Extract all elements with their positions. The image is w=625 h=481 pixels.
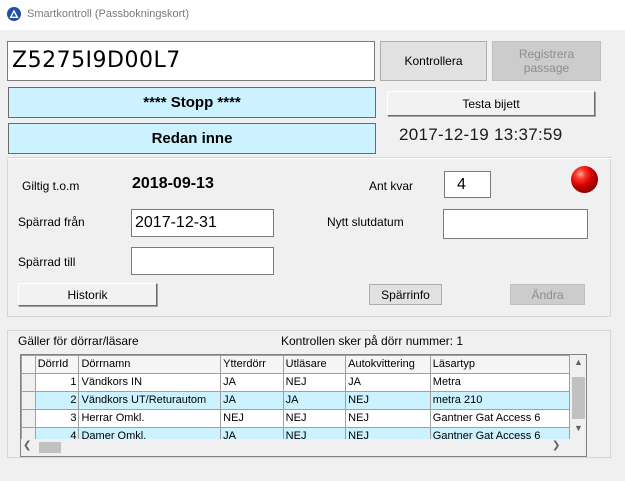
nytt-slutdatum-label: Nytt slutdatum xyxy=(327,215,404,229)
table-row[interactable]: 2 Vändkors UT/Returautom JA JA NEJ metra… xyxy=(21,391,570,410)
table-row[interactable]: 3 Herrar Omkl. NEJ NEJ NEJ Gantner Gat A… xyxy=(21,409,570,428)
horizontal-scroll-thumb[interactable] xyxy=(39,442,61,453)
column-header[interactable]: Autokvittering xyxy=(345,355,431,374)
table-cell: JA xyxy=(220,427,284,439)
table-cell: JA xyxy=(220,373,284,392)
sparrad-till-label: Spärrad till xyxy=(18,255,76,269)
scroll-right-icon[interactable]: ❯ xyxy=(552,440,566,455)
window-title: Smartkontroll (Passbokningskort) xyxy=(27,8,190,20)
control-door-label: Kontrollen sker på dörr nummer: 1 xyxy=(281,334,464,348)
table-cell: NEJ xyxy=(345,427,431,439)
giltig-value: 2018-09-13 xyxy=(132,175,214,192)
ticket-number-input[interactable]: Z5275I9D00L7 xyxy=(7,41,375,81)
column-header[interactable]: Utläsare xyxy=(282,355,347,374)
row-selector[interactable] xyxy=(21,373,36,392)
table-cell: JA xyxy=(220,391,284,410)
vertical-scrollbar[interactable]: ▲ ▼ xyxy=(570,355,586,439)
status-redan-inne: Redan inne xyxy=(8,123,376,154)
triangle-logo-icon xyxy=(7,7,21,21)
scroll-left-icon[interactable]: ❮ xyxy=(23,440,37,455)
sparrad-fran-field[interactable]: 2017-12-31 xyxy=(131,209,274,237)
table-cell: 4 xyxy=(34,427,80,439)
table-cell: NEJ xyxy=(345,391,431,410)
scroll-up-icon[interactable]: ▲ xyxy=(570,357,586,371)
table-cell: 3 xyxy=(34,409,80,428)
table-cell: Vändkors IN xyxy=(78,373,222,392)
ant-kvar-field[interactable]: 4 xyxy=(444,171,491,198)
table-cell: Gantner Gat Access 6 xyxy=(429,409,570,428)
status-stopp: **** Stopp **** xyxy=(8,87,376,118)
doors-group-label: Gäller för dörrar/läsare xyxy=(18,334,139,348)
table-cell: Vändkors UT/Returautom xyxy=(78,391,222,410)
registrera-passage-label: Registrera passage xyxy=(518,47,575,75)
table-cell: NEJ xyxy=(282,373,347,392)
table-cell: 1 xyxy=(34,373,80,392)
table-cell: NEJ xyxy=(282,409,347,428)
row-selector[interactable] xyxy=(21,409,36,428)
status-indicator-icon xyxy=(571,166,598,193)
doors-table: DörrId Dörrnamn Ytterdörr Utläsare Autok… xyxy=(21,355,570,439)
registrera-passage-button[interactable]: Registrera passage xyxy=(492,41,601,81)
table-cell: Gantner Gat Access 6 xyxy=(429,427,570,439)
table-cell: Herrar Omkl. xyxy=(78,409,222,428)
table-header-row: DörrId Dörrnamn Ytterdörr Utläsare Autok… xyxy=(21,355,570,374)
sparrad-till-field[interactable] xyxy=(131,247,274,275)
table-cell: Damer Omkl. xyxy=(78,427,222,439)
current-datetime: 2017-12-19 13:37:59 xyxy=(399,125,563,144)
table-cell: NEJ xyxy=(345,409,431,428)
table-cell: 2 xyxy=(34,391,80,410)
row-selector[interactable] xyxy=(21,391,36,410)
horizontal-scrollbar[interactable]: ❮ ❯ xyxy=(21,439,570,456)
andra-button[interactable]: Ändra xyxy=(510,284,585,305)
table-cell: JA xyxy=(282,391,347,410)
column-header[interactable]: DörrId xyxy=(34,355,80,374)
sparrinfo-button[interactable]: Spärrinfo xyxy=(369,284,442,305)
column-header[interactable]: Ytterdörr xyxy=(220,355,284,374)
testa-biljett-button[interactable]: Testa bijett xyxy=(387,91,595,116)
table-cell: NEJ xyxy=(282,427,347,439)
giltig-label: Giltig t.o.m xyxy=(22,179,80,193)
ant-kvar-label: Ant kvar xyxy=(369,179,414,193)
historik-button[interactable]: Historik xyxy=(18,283,157,306)
sparrad-fran-label: Spärrad från xyxy=(18,215,85,229)
nytt-slutdatum-field[interactable] xyxy=(443,209,588,239)
column-header[interactable]: Läsartyp xyxy=(429,355,570,374)
table-cell: JA xyxy=(345,373,431,392)
scrollbar-corner xyxy=(570,439,586,456)
table-cell: Metra xyxy=(429,373,570,392)
kontrollera-button[interactable]: Kontrollera xyxy=(380,41,487,81)
vertical-scroll-thumb[interactable] xyxy=(572,377,585,419)
scroll-down-icon[interactable]: ▼ xyxy=(570,423,586,437)
table-row[interactable]: 4 Damer Omkl. JA NEJ NEJ Gantner Gat Acc… xyxy=(21,427,570,439)
doors-grid[interactable]: DörrId Dörrnamn Ytterdörr Utläsare Autok… xyxy=(20,354,587,457)
group-divider xyxy=(7,157,612,159)
row-selector[interactable] xyxy=(21,427,36,439)
title-bar: Smartkontroll (Passbokningskort) xyxy=(0,0,625,30)
column-header[interactable]: Dörrnamn xyxy=(78,355,222,374)
table-row[interactable]: 1 Vändkors IN JA NEJ JA Metra xyxy=(21,373,570,392)
row-selector-header xyxy=(21,355,36,374)
table-cell: metra 210 xyxy=(429,391,570,410)
table-cell: NEJ xyxy=(220,409,284,428)
